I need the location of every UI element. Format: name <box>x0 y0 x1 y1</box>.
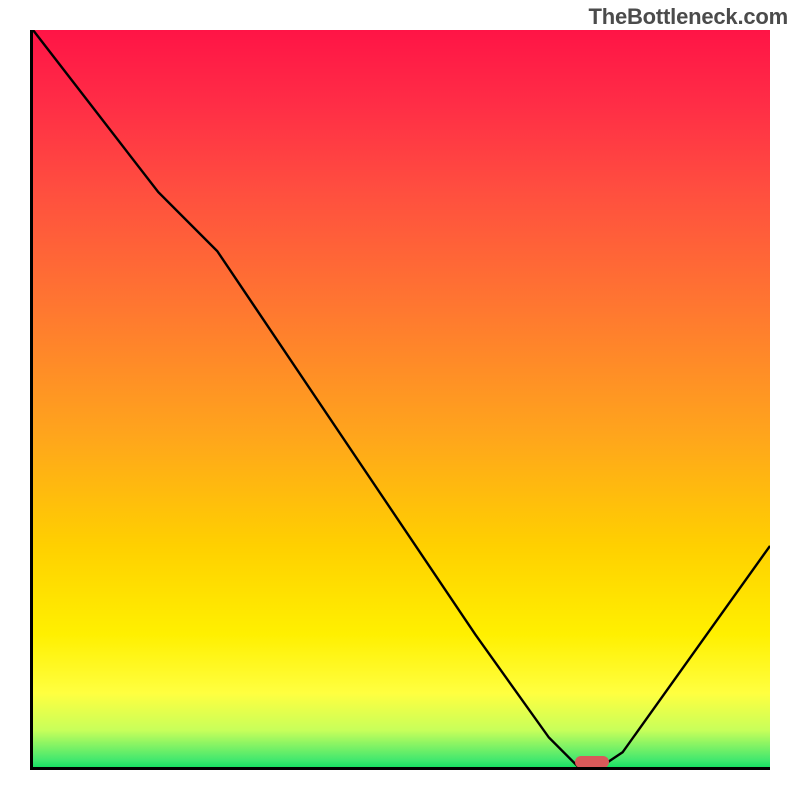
bottleneck-curve <box>33 30 770 767</box>
plot-area <box>30 30 770 770</box>
minimum-marker <box>575 756 609 768</box>
chart-container: TheBottleneck.com <box>0 0 800 800</box>
curve-svg <box>33 30 770 767</box>
watermark-text: TheBottleneck.com <box>588 4 788 30</box>
